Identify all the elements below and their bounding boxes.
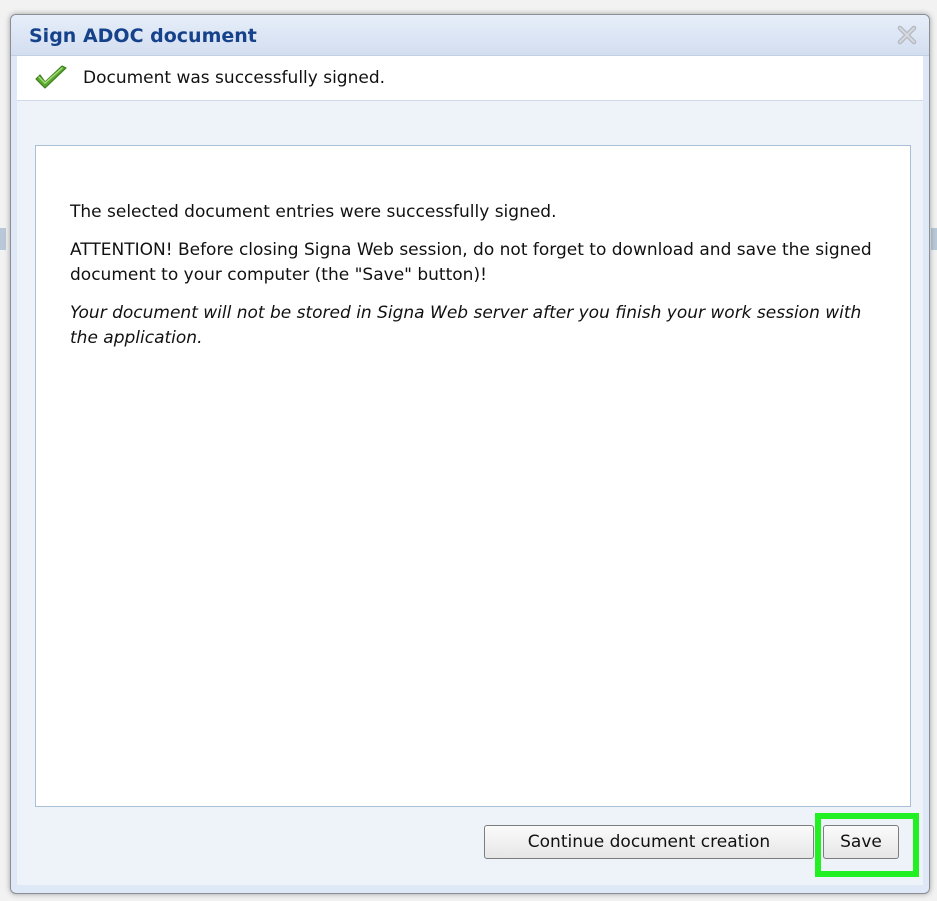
- status-message: Document was successfully signed.: [83, 68, 386, 88]
- continue-document-creation-button[interactable]: Continue document creation: [484, 825, 814, 859]
- dialog-titlebar: Sign ADOC document: [11, 15, 929, 56]
- close-icon[interactable]: [895, 23, 919, 47]
- sign-document-dialog: Sign ADOC document Document was successf…: [10, 14, 930, 894]
- attention-text: ATTENTION! Before closing Signa Web sess…: [70, 240, 872, 285]
- dialog-body: The selected document entries were succe…: [17, 101, 923, 885]
- save-button[interactable]: Save: [823, 825, 899, 859]
- status-bar: Document was successfully signed.: [17, 56, 923, 101]
- checkmark-icon: [33, 64, 69, 92]
- background-strip-left: [0, 228, 6, 250]
- success-text: The selected document entries were succe…: [70, 202, 557, 222]
- dialog-title: Sign ADOC document: [29, 25, 257, 47]
- background-strip-right: [931, 228, 937, 250]
- message-panel: The selected document entries were succe…: [35, 145, 911, 807]
- storage-notice-text: Your document will not be stored in Sign…: [70, 303, 862, 348]
